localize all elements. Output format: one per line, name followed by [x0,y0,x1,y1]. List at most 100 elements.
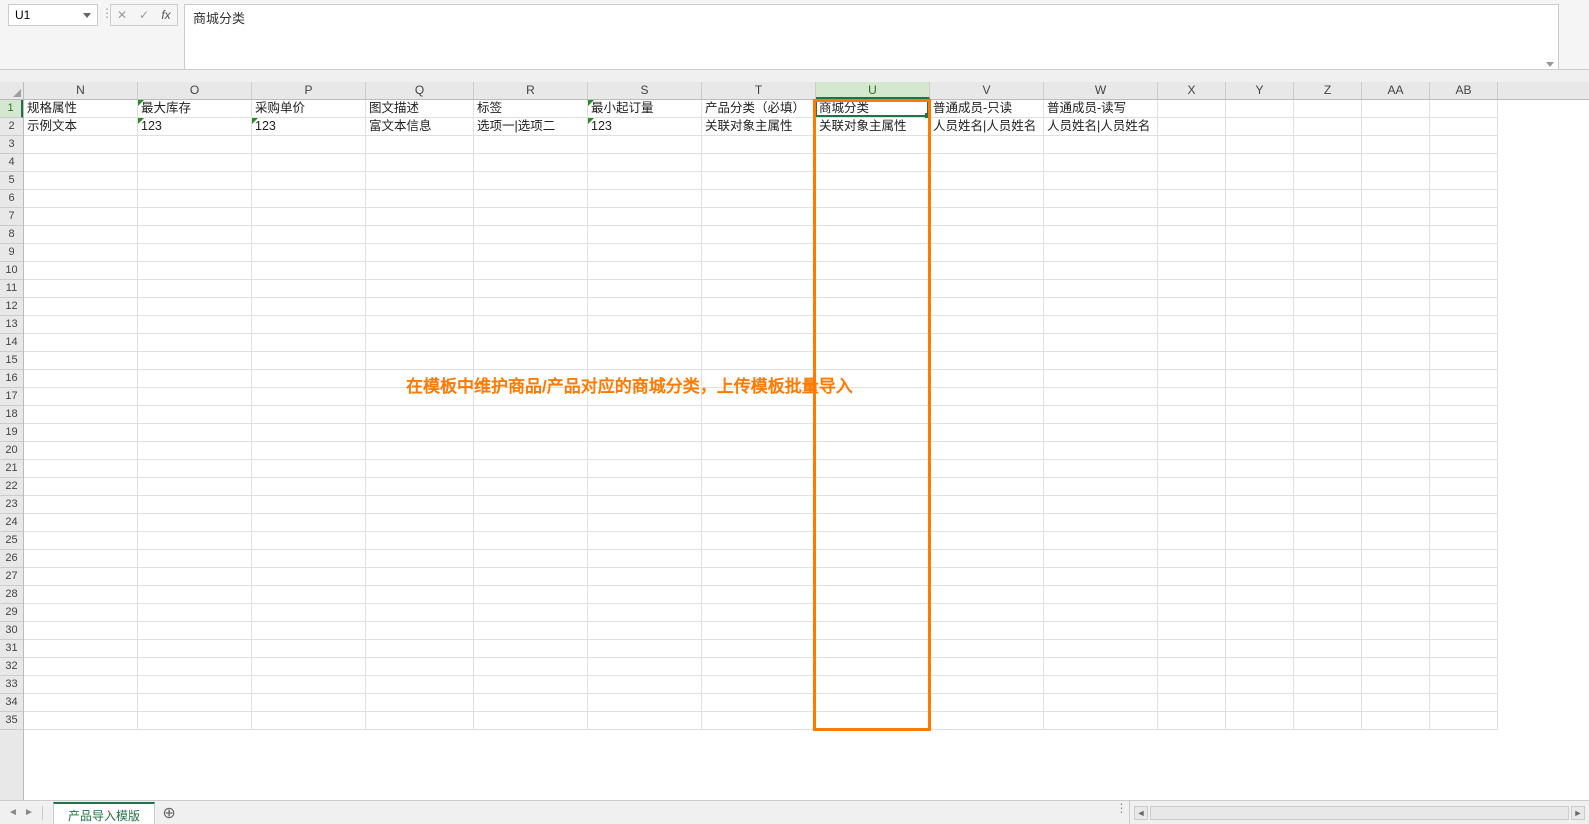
row-header[interactable]: 29 [0,604,23,622]
cell[interactable] [1362,496,1430,514]
fx-button[interactable]: fx [155,5,177,25]
cell[interactable] [1044,352,1158,370]
cell[interactable] [138,136,252,154]
cell[interactable] [138,388,252,406]
cell[interactable] [1226,208,1294,226]
cell[interactable] [366,424,474,442]
row-header[interactable]: 6 [0,190,23,208]
cell[interactable] [1294,406,1362,424]
cell[interactable] [1044,550,1158,568]
cell[interactable] [1158,532,1226,550]
cell[interactable] [252,280,366,298]
cell[interactable] [24,460,138,478]
cell[interactable] [366,280,474,298]
cell[interactable] [1044,478,1158,496]
cell[interactable] [1294,100,1362,118]
cell[interactable] [588,334,702,352]
cell[interactable] [24,388,138,406]
cell[interactable] [1158,550,1226,568]
cell[interactable] [24,694,138,712]
cell[interactable] [1226,568,1294,586]
cell[interactable] [24,208,138,226]
cell[interactable] [1158,244,1226,262]
cell[interactable] [366,316,474,334]
cell[interactable] [1430,190,1498,208]
cell[interactable] [1362,658,1430,676]
cell[interactable] [24,514,138,532]
cell[interactable] [1226,640,1294,658]
cell[interactable] [930,406,1044,424]
cell[interactable] [1294,316,1362,334]
cell[interactable] [24,586,138,604]
cell[interactable] [1044,172,1158,190]
cell[interactable] [1044,280,1158,298]
cell[interactable] [1158,694,1226,712]
cell[interactable] [1362,154,1430,172]
cell[interactable] [1226,478,1294,496]
cell[interactable] [930,496,1044,514]
cell[interactable] [702,136,816,154]
cell[interactable] [702,622,816,640]
cell[interactable] [24,262,138,280]
cell[interactable] [930,334,1044,352]
cell[interactable] [702,640,816,658]
cell[interactable] [366,460,474,478]
cell[interactable] [1294,424,1362,442]
cell[interactable] [930,694,1044,712]
cell[interactable] [1044,604,1158,622]
cell[interactable] [1430,604,1498,622]
cell[interactable] [24,316,138,334]
cell[interactable] [930,298,1044,316]
cell[interactable] [1294,118,1362,136]
cell[interactable] [1294,694,1362,712]
cell[interactable] [366,406,474,424]
cell[interactable] [252,172,366,190]
cell[interactable] [930,604,1044,622]
cell[interactable] [1158,136,1226,154]
cell[interactable] [366,586,474,604]
cell[interactable] [1044,208,1158,226]
cell[interactable] [1430,298,1498,316]
cell[interactable] [366,262,474,280]
cell[interactable] [474,460,588,478]
cell[interactable] [252,658,366,676]
cell[interactable] [1362,586,1430,604]
confirm-button[interactable]: ✓ [133,5,155,25]
cell[interactable] [702,496,816,514]
cell[interactable]: 标签 [474,100,588,118]
cell[interactable] [252,136,366,154]
row-header[interactable]: 22 [0,478,23,496]
cell[interactable] [1430,694,1498,712]
cell[interactable] [24,622,138,640]
cell[interactable] [1294,604,1362,622]
cell[interactable] [24,298,138,316]
cell[interactable] [588,568,702,586]
cell[interactable] [138,712,252,730]
cell[interactable] [816,190,930,208]
cell[interactable] [252,586,366,604]
cell[interactable] [1430,406,1498,424]
cell[interactable] [138,622,252,640]
select-all-corner[interactable] [0,82,24,100]
cell[interactable] [930,550,1044,568]
cell[interactable] [252,334,366,352]
cell[interactable] [1430,532,1498,550]
cell[interactable] [1158,172,1226,190]
horizontal-scrollbar[interactable]: ◄ ► [1129,801,1589,824]
cell[interactable] [816,604,930,622]
cell[interactable] [474,298,588,316]
cell[interactable] [1430,388,1498,406]
cell[interactable] [1362,118,1430,136]
cell[interactable] [588,424,702,442]
row-header[interactable]: 12 [0,298,23,316]
cell[interactable] [24,226,138,244]
row-header[interactable]: 13 [0,316,23,334]
cell[interactable] [588,352,702,370]
cell[interactable] [1294,136,1362,154]
cell[interactable] [1044,694,1158,712]
cell[interactable] [1158,100,1226,118]
row-header[interactable]: 10 [0,262,23,280]
cell[interactable] [474,658,588,676]
cell[interactable] [816,334,930,352]
cell[interactable] [1158,118,1226,136]
